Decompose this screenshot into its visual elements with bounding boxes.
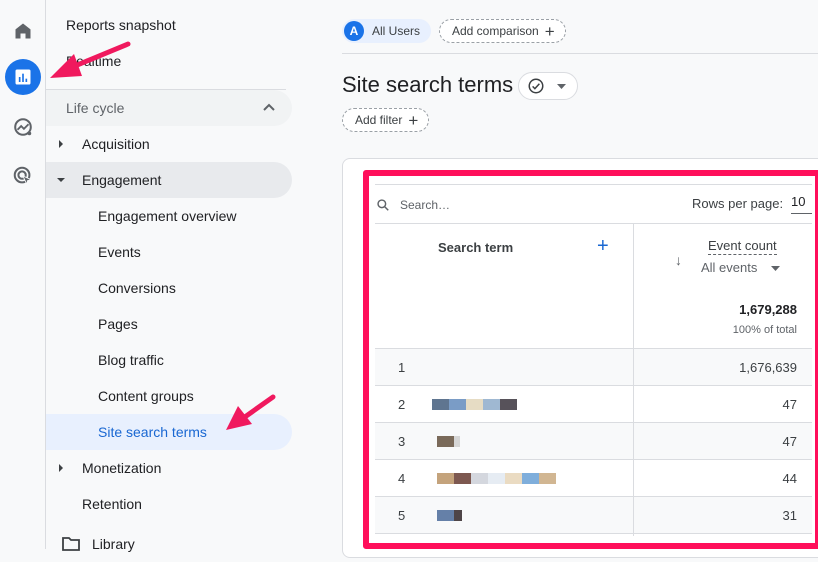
plus-icon: +: [408, 110, 419, 130]
nav-retention[interactable]: Retention: [46, 486, 292, 522]
segment-avatar: A: [344, 21, 364, 41]
nav-label: Acquisition: [82, 136, 150, 152]
explore-button[interactable]: [5, 109, 41, 145]
add-comparison-button[interactable]: Add comparison +: [439, 19, 566, 43]
caret-down-icon: [57, 178, 65, 182]
nav-label: Library: [92, 536, 135, 552]
segment-chip-all-users[interactable]: A All Users: [342, 19, 431, 43]
reports-button[interactable]: [5, 59, 41, 95]
caret-right-icon: [59, 140, 63, 148]
nav-label: Blog traffic: [98, 352, 164, 368]
nav-label: Conversions: [98, 280, 176, 296]
report-status-dropdown[interactable]: [518, 72, 578, 100]
nav-monetization[interactable]: Monetization: [46, 450, 292, 486]
reports-icon: [15, 69, 31, 85]
plus-icon: +: [544, 21, 555, 41]
nav-events[interactable]: Events: [46, 234, 292, 270]
annotation-arrow-icon: [50, 41, 131, 78]
nav-label: Pages: [98, 316, 138, 332]
toolbar-divider: [342, 53, 818, 54]
nav-label: Life cycle: [66, 100, 125, 116]
page-title: Site search terms: [342, 72, 514, 97]
annotation-arrow-icon: [226, 394, 276, 430]
nav-engagement-overview[interactable]: Engagement overview: [46, 198, 292, 234]
nav-label: Monetization: [82, 460, 162, 476]
nav-label: Site search terms: [98, 424, 207, 440]
explore-icon: [14, 118, 32, 136]
nav-blog-traffic[interactable]: Blog traffic: [46, 342, 292, 378]
home-button[interactable]: [5, 13, 41, 49]
nav-library[interactable]: Library: [46, 526, 292, 562]
nav-label: Engagement: [82, 172, 162, 188]
nav-acquisition[interactable]: Acquisition: [46, 126, 292, 162]
nav-engagement[interactable]: Engagement: [46, 162, 292, 198]
add-filter-label: Add filter: [355, 113, 403, 127]
nav-conversions[interactable]: Conversions: [46, 270, 292, 306]
add-comparison-label: Add comparison: [452, 24, 539, 38]
check-circle-icon: [528, 78, 544, 94]
chevron-up-icon: [263, 103, 275, 111]
nav-label: Reports snapshot: [66, 17, 176, 33]
advertising-button[interactable]: [5, 158, 41, 194]
nav-label: Engagement overview: [98, 208, 237, 224]
nav-label: Content groups: [98, 388, 194, 404]
highlight-box-annotation: [363, 170, 818, 549]
segment-label: All Users: [372, 24, 421, 38]
caret-down-icon: [557, 83, 566, 89]
nav-pages[interactable]: Pages: [46, 306, 292, 342]
caret-right-icon: [59, 464, 63, 472]
advertising-icon: [13, 166, 33, 186]
icon-rail: [0, 0, 46, 549]
nav-label: Retention: [82, 496, 142, 512]
add-filter-button[interactable]: Add filter +: [342, 108, 430, 132]
home-icon: [15, 23, 31, 39]
nav-label: Events: [98, 244, 141, 260]
nav-section-lifecycle[interactable]: Life cycle: [46, 90, 292, 126]
